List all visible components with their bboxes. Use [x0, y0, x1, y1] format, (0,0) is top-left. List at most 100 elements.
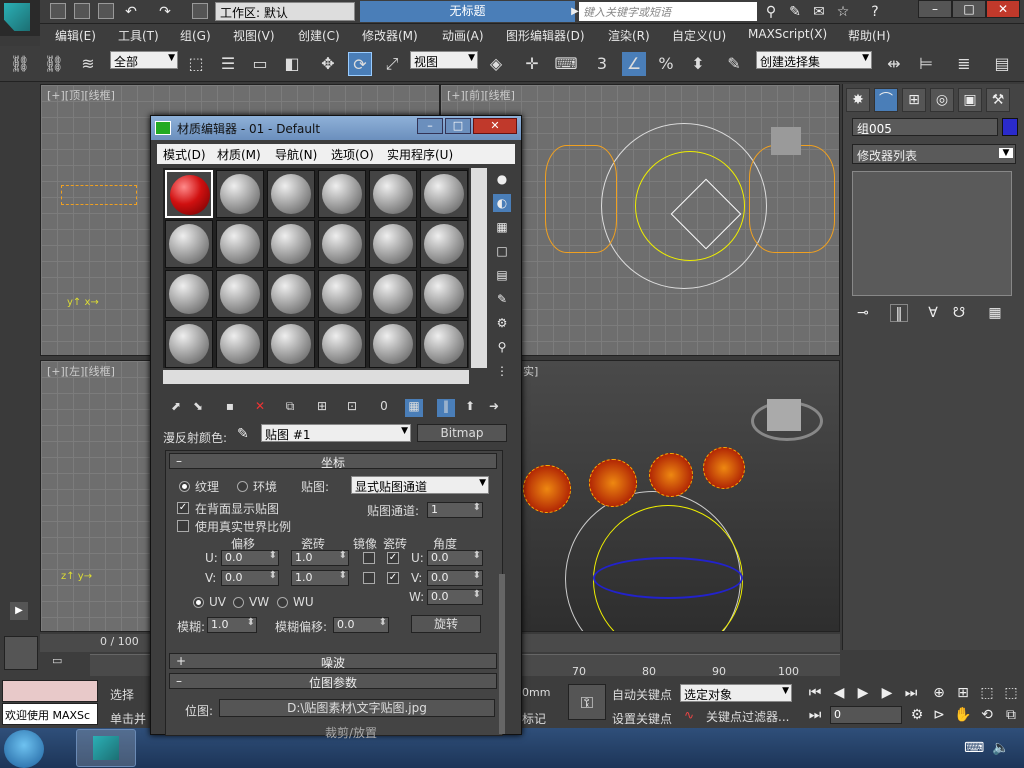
menu-group[interactable]: 组(G)	[180, 27, 211, 44]
sample-slot[interactable]	[369, 170, 417, 218]
zoom-icon[interactable]: ⊕	[930, 684, 948, 702]
motion-tab-icon[interactable]: ◎	[930, 88, 954, 112]
set-key-button[interactable]: 设置关键点	[612, 710, 672, 727]
sample-slot[interactable]	[420, 320, 468, 368]
rect-selection-icon[interactable]: ▭	[248, 52, 272, 76]
maximize-button[interactable]: □	[952, 0, 986, 18]
mapping-select[interactable]: 显式贴图通道	[351, 476, 489, 494]
blur-spinner[interactable]: 1.0	[207, 617, 257, 633]
sample-slot[interactable]	[369, 320, 417, 368]
map-name-select[interactable]: 贴图 #1	[261, 424, 411, 442]
persp-viewcube[interactable]	[767, 399, 801, 431]
bitmap-path-button[interactable]: D:\贴图素材\文字贴图.jpg	[219, 699, 495, 717]
hierarchy-tab-icon[interactable]: ⊞	[902, 88, 926, 112]
minimize-button[interactable]: –	[918, 0, 952, 18]
volume-tray-icon[interactable]: 🔈	[992, 740, 1009, 756]
put-to-library-icon[interactable]: ⊡	[343, 399, 361, 417]
edit-named-selections-icon[interactable]: ✎	[722, 52, 746, 76]
angle-u-spinner[interactable]: 0.0	[427, 550, 483, 566]
map-channel-spinner[interactable]: 1	[427, 502, 483, 518]
eyedropper-icon[interactable]: ✎	[237, 426, 249, 442]
make-unique-map-icon[interactable]: ⊞	[313, 399, 331, 417]
real-world-scale-checkbox[interactable]	[177, 520, 189, 532]
key-filter-icon[interactable]: ∿	[684, 708, 694, 722]
menu-maxscript[interactable]: MAXScript(X)	[748, 27, 827, 41]
favorites-star-icon[interactable]: ☆	[834, 3, 852, 21]
menu-modifiers[interactable]: 修改器(M)	[362, 27, 418, 44]
me-menu-utilities[interactable]: 实用程序(U)	[387, 146, 453, 163]
select-and-scale-icon[interactable]: ⤢	[380, 52, 404, 76]
select-and-link-icon[interactable]: ⛓	[8, 52, 32, 76]
sample-slot[interactable]	[165, 220, 213, 268]
goto-start-icon[interactable]: ⏮	[806, 684, 824, 702]
key-icon[interactable]: ⚿	[568, 684, 606, 720]
start-button[interactable]	[4, 730, 44, 768]
get-material-icon[interactable]: ⬈	[167, 399, 185, 417]
sample-slot-active[interactable]	[165, 170, 213, 218]
bitmap-params-rollout-header[interactable]: – 位图参数	[169, 673, 497, 690]
app-logo-button[interactable]	[0, 0, 40, 36]
maximize-viewport-icon[interactable]: ⧉	[1002, 706, 1020, 724]
front-viewcube[interactable]	[771, 127, 801, 155]
select-object-icon[interactable]: ⬚	[184, 52, 208, 76]
sample-slot[interactable]	[267, 170, 315, 218]
tiling-u-spinner[interactable]: 1.0	[291, 550, 349, 566]
play-expand-icon[interactable]: ▶	[10, 602, 28, 620]
keyboard-shortcut-override-icon[interactable]: ⌨	[554, 52, 578, 76]
wu-radio[interactable]	[277, 597, 288, 608]
sample-slot[interactable]	[369, 270, 417, 318]
slots-vertical-scrollbar[interactable]	[471, 168, 487, 368]
blur-offset-spinner[interactable]: 0.0	[333, 617, 389, 633]
redo-icon[interactable]: ↷	[156, 3, 174, 21]
menu-edit[interactable]: 编辑(E)	[55, 27, 96, 44]
rollouts-scrollbar[interactable]	[499, 574, 505, 734]
track-bar-icon[interactable]: ▭	[52, 654, 72, 670]
use-pivot-center-icon[interactable]: ◈	[484, 52, 508, 76]
maxscript-listener-pink[interactable]	[2, 680, 98, 702]
key-filters-button[interactable]: 关键点过滤器...	[706, 708, 789, 725]
go-forward-sibling-icon[interactable]: ➜	[485, 399, 503, 417]
sample-slot[interactable]	[216, 170, 264, 218]
options-icon[interactable]: ⚙	[493, 314, 511, 332]
show-end-result-icon[interactable]: ‖	[890, 304, 908, 322]
me-maximize-button[interactable]: □	[445, 118, 471, 134]
menu-rendering[interactable]: 渲染(R)	[608, 27, 650, 44]
make-preview-icon[interactable]: ✎	[493, 290, 511, 308]
time-config-icon[interactable]: ⚙	[908, 706, 926, 724]
workspace-select[interactable]: 工作区: 默认	[215, 2, 355, 21]
close-button[interactable]: ✕	[986, 0, 1020, 18]
show-map-in-viewport-icon[interactable]: ▦	[405, 399, 423, 417]
viewport-left-label[interactable]: [+][左][线框]	[47, 363, 115, 379]
binoculars-icon[interactable]: ⚲	[762, 3, 780, 21]
orbit-icon[interactable]: ⟲	[978, 706, 996, 724]
sample-uv-tiling-icon[interactable]: □	[493, 242, 511, 260]
sample-slot[interactable]	[420, 220, 468, 268]
sample-slot[interactable]	[165, 270, 213, 318]
reset-map-icon[interactable]: ✕	[251, 399, 269, 417]
menu-help[interactable]: 帮助(H)	[848, 27, 890, 44]
viewport-front-label[interactable]: [+][前][线框]	[447, 87, 515, 103]
add-time-tag-label[interactable]: 标记	[522, 710, 546, 727]
current-frame-field[interactable]: 0	[830, 706, 902, 724]
me-menu-mode[interactable]: 模式(D)	[163, 146, 206, 163]
goto-end-icon[interactable]: ⏭	[902, 684, 920, 702]
save-file-icon[interactable]	[98, 3, 114, 19]
me-menu-navigation[interactable]: 导航(N)	[275, 146, 317, 163]
zoom-extents-all-icon[interactable]: ⬚	[1002, 684, 1020, 702]
modify-tab-icon[interactable]: ⌒	[874, 88, 898, 112]
slots-horizontal-scrollbar[interactable]	[163, 370, 469, 384]
tools-icon[interactable]: ✎	[786, 3, 804, 21]
coordinates-rollout-header[interactable]: – 坐标	[169, 453, 497, 470]
search-input[interactable]: 键入关键字或短语	[579, 2, 757, 21]
menu-animation[interactable]: 动画(A)	[442, 27, 484, 44]
select-manipulate-icon[interactable]: ✛	[520, 52, 544, 76]
sample-slot[interactable]	[318, 320, 366, 368]
maxscript-mini-listener[interactable]: 欢迎使用 MAXSc	[2, 703, 98, 725]
bind-space-warp-icon[interactable]: ≋	[76, 52, 100, 76]
angle-w-spinner[interactable]: 0.0	[427, 589, 483, 605]
align-icon[interactable]: ⊨	[914, 52, 938, 76]
environ-radio[interactable]	[237, 481, 248, 492]
angle-snap-icon[interactable]: ∠	[622, 52, 646, 76]
video-color-check-icon[interactable]: ▤	[493, 266, 511, 284]
me-menu-material[interactable]: 材质(M)	[217, 146, 261, 163]
